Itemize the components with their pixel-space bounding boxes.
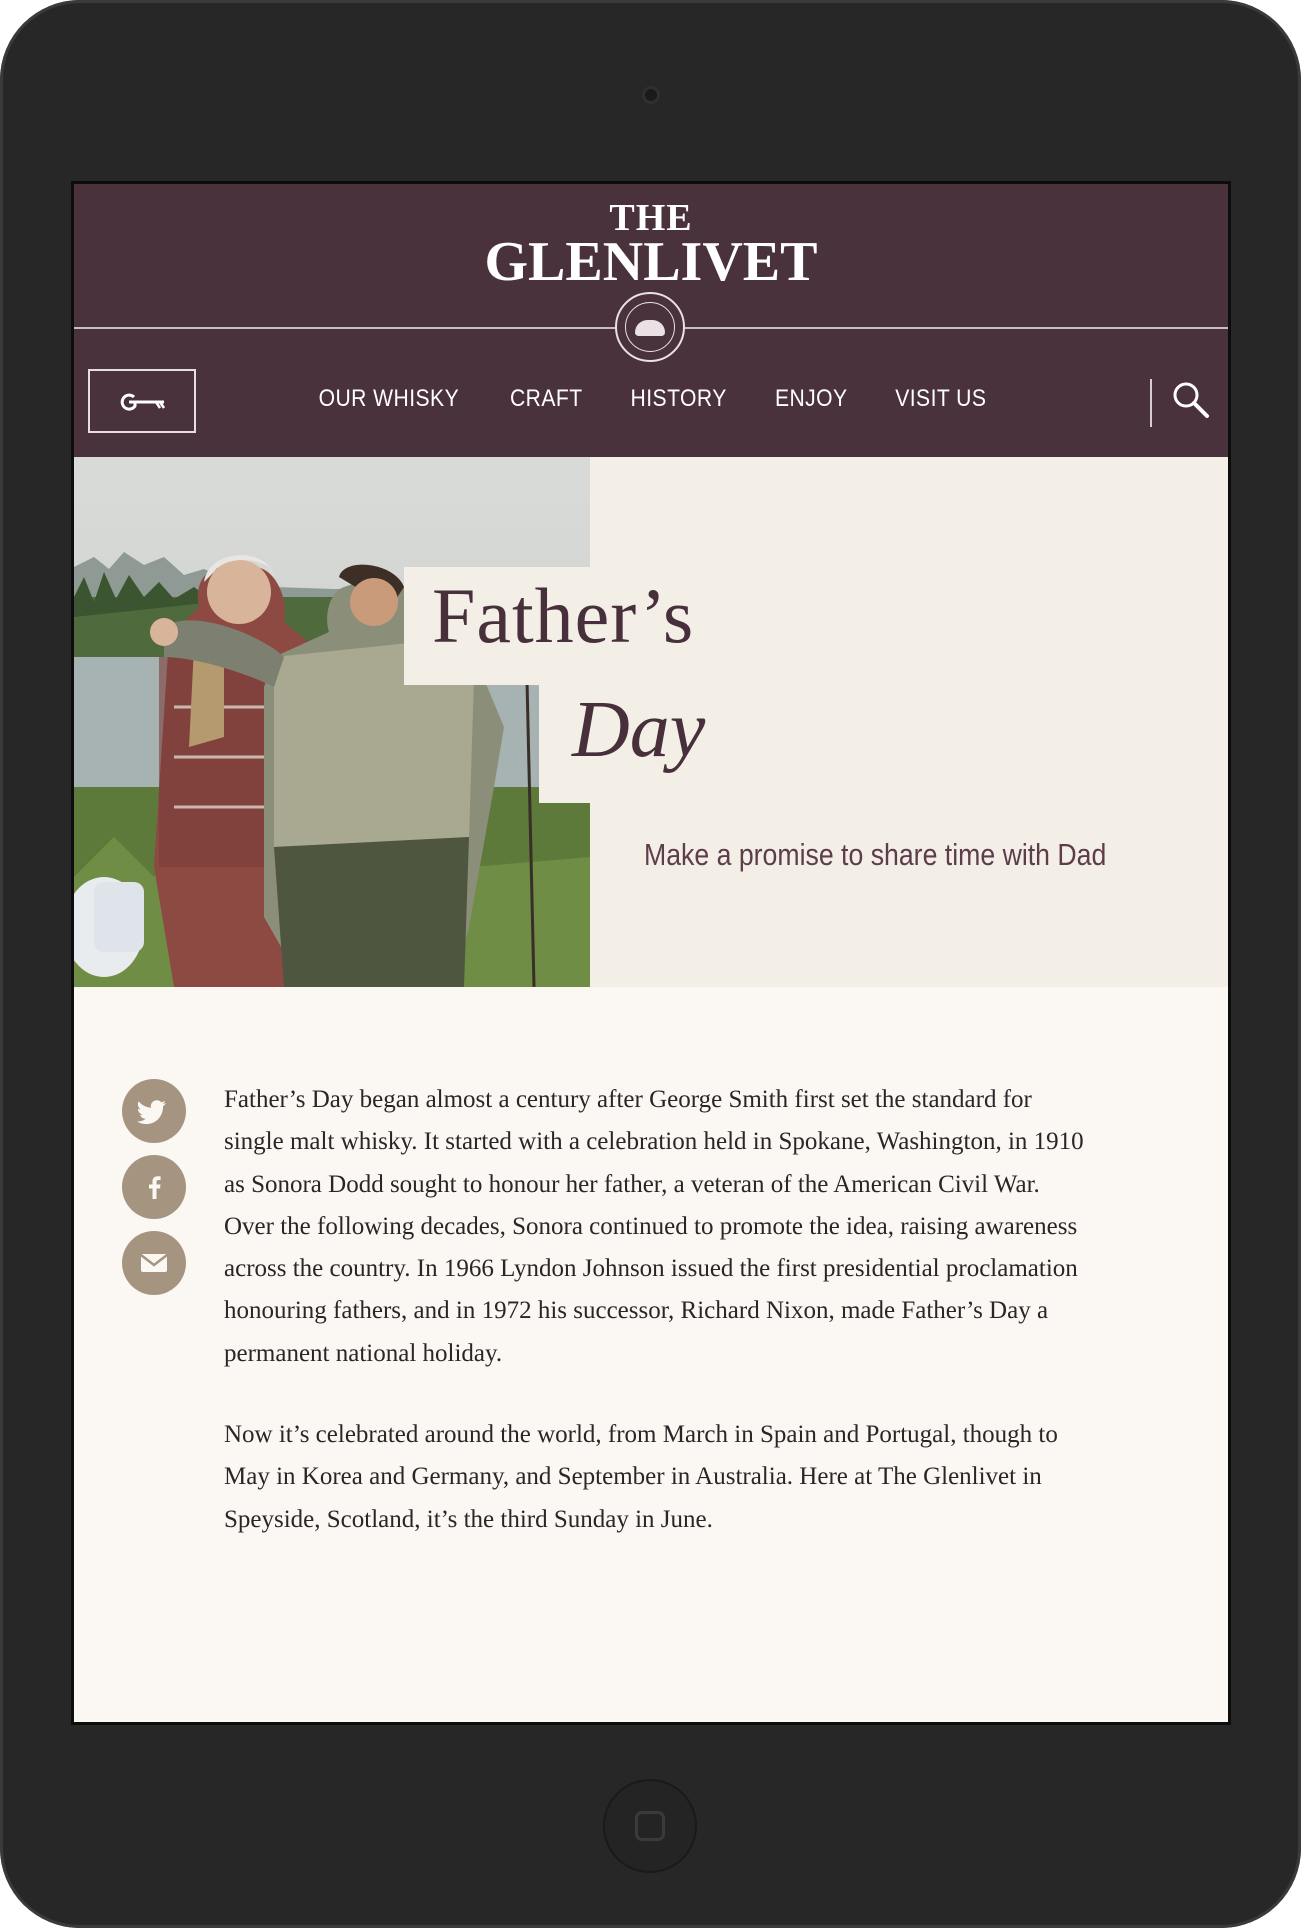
main-nav: OUR WHISKY CRAFT HISTORY ENJOY VISIT US: [74, 385, 1228, 425]
nav-item-craft[interactable]: CRAFT: [510, 385, 583, 413]
search-divider: [1150, 379, 1152, 427]
hero-subtitle: Make a promise to share time with Dad: [644, 837, 1107, 872]
article-paragraph-2: Now it’s celebrated around the world, fr…: [224, 1421, 1058, 1533]
hero-banner: Father’s Day Make a promise to share tim…: [74, 457, 1228, 987]
search-icon[interactable]: [1171, 380, 1211, 420]
nav-item-our-whisky[interactable]: OUR WHISKY: [319, 385, 460, 413]
hero-title-day: Day: [572, 686, 706, 774]
share-twitter-button[interactable]: [122, 1079, 186, 1143]
nav-item-enjoy[interactable]: ENJOY: [775, 385, 848, 413]
crest-seal-icon[interactable]: [615, 292, 685, 362]
article-paragraph-1: Father’s Day began almost a century afte…: [224, 1086, 1084, 1367]
facebook-icon: [149, 1176, 161, 1199]
home-button[interactable]: [603, 1779, 697, 1873]
screen: THE GLENLIVET OUR WHISKY CRAFT HISTORY E…: [71, 181, 1231, 1725]
camera: [642, 86, 660, 104]
hero-title-fathers: Father’s: [432, 572, 695, 659]
twitter-icon: [136, 1100, 166, 1125]
tablet-frame: THE GLENLIVET OUR WHISKY CRAFT HISTORY E…: [0, 0, 1301, 1928]
hero-photo-father-son-fishing: [74, 457, 590, 987]
share-email-button[interactable]: [122, 1231, 186, 1295]
nav-item-history[interactable]: HISTORY: [631, 385, 727, 413]
nav-item-visit-us[interactable]: VISIT US: [895, 385, 986, 413]
share-facebook-button[interactable]: [122, 1155, 186, 1219]
email-icon: [140, 1254, 168, 1272]
site-header: THE GLENLIVET OUR WHISKY CRAFT HISTORY E…: [74, 184, 1228, 457]
logo-line-glenlivet[interactable]: GLENLIVET: [74, 230, 1228, 294]
article-body: Father’s Day began almost a century afte…: [224, 1079, 1094, 1580]
